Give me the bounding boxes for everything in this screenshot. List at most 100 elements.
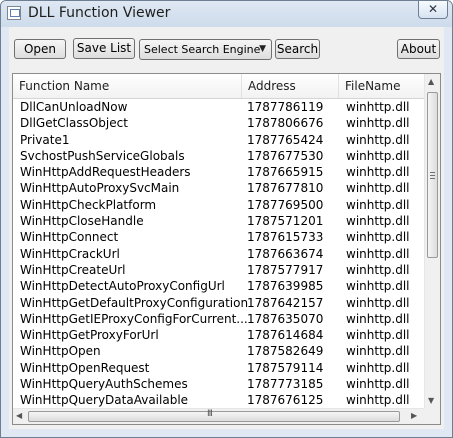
search-button[interactable]: Search	[275, 39, 320, 59]
filename-cell: winhttp.dll	[346, 393, 410, 408]
vertical-scrollbar[interactable]: ▲ ▼	[424, 74, 440, 408]
table-row[interactable]: WinHttpAutoProxySvcMain 1787677810 winhttp…	[13, 180, 424, 196]
scroll-right-icon[interactable]: ▶	[411, 411, 417, 420]
scroll-grip-icon: III	[207, 409, 213, 419]
column-header-filename[interactable]: FileName	[339, 74, 424, 98]
function-name-cell: WinHttpConnect	[20, 230, 119, 245]
function-name-cell: DllCanUnloadNow	[20, 100, 128, 114]
address-cell: 1787642157	[247, 295, 324, 310]
filename-cell: winhttp.dll	[346, 230, 410, 245]
address-cell: 1787769500	[247, 197, 324, 212]
table-row[interactable]: WinHttpCreateUrl 1787577917 winhttp.dll	[13, 262, 424, 278]
open-button[interactable]: Open	[14, 39, 66, 59]
function-name-cell: WinHttpGetProxyForUrl	[20, 328, 159, 343]
address-cell: 1787577917	[247, 262, 324, 277]
address-cell: 1787663674	[247, 246, 324, 261]
filename-cell: winhttp.dll	[346, 132, 410, 147]
list-header: Function Name Address FileName	[13, 74, 424, 99]
function-name-cell: WinHttpDetectAutoProxyConfigUrl	[20, 279, 225, 294]
function-name-cell: WinHttpCreateUrl	[20, 262, 126, 277]
address-cell: 1787582649	[247, 344, 324, 359]
filename-cell: winhttp.dll	[346, 360, 410, 375]
table-row[interactable]: SvchostPushServiceGlobals 1787677530 winht…	[13, 148, 424, 164]
save-list-button[interactable]: Save List	[73, 38, 135, 59]
column-header-address[interactable]: Address	[242, 74, 339, 98]
table-row[interactable]: DllGetClassObject 1787806676 winhttp.dll	[13, 115, 424, 131]
function-name-cell: WinHttpOpen	[20, 344, 101, 359]
function-name-cell: WinHttpAddRequestHeaders	[20, 165, 191, 180]
client-area: Open Save List Select Search Engine ▼ Se…	[9, 27, 444, 429]
table-row[interactable]: WinHttpCrackUrl 1787663674 winhttp.dll	[13, 246, 424, 262]
horizontal-scrollbar[interactable]: ◀ III ▶	[13, 408, 424, 424]
table-row[interactable]: WinHttpQueryAuthSchemes 1787773185 winhttp…	[13, 376, 424, 392]
function-list[interactable]: Function Name Address FileName DllCanUnl…	[12, 73, 441, 425]
function-name-cell: WinHttpQueryAuthSchemes	[20, 377, 188, 392]
filename-cell: winhttp.dll	[346, 197, 410, 212]
address-cell: 1787676125	[247, 393, 324, 408]
filename-cell: winhttp.dll	[346, 328, 410, 343]
app-window: DLL Function Viewer ✕ Open Save List Sel…	[0, 0, 453, 438]
address-cell: 1787786119	[247, 100, 324, 114]
function-name-cell: WinHttpOpenRequest	[20, 360, 150, 375]
scrollbar-corner	[424, 408, 440, 424]
filename-cell: winhttp.dll	[346, 116, 410, 131]
window-title: DLL Function Viewer	[28, 5, 171, 21]
filename-cell: winhttp.dll	[346, 246, 410, 261]
address-cell: 1787614684	[247, 328, 324, 343]
app-window-icon	[7, 6, 21, 20]
table-row[interactable]: WinHttpOpenRequest 1787579114 winhttp.dll	[13, 360, 424, 376]
filename-cell: winhttp.dll	[346, 148, 410, 163]
table-row[interactable]: WinHttpCheckPlatform 1787769500 winhttp.dl…	[13, 197, 424, 213]
filename-cell: winhttp.dll	[346, 165, 410, 180]
filename-cell: winhttp.dll	[346, 295, 410, 310]
scroll-up-icon[interactable]: ▲	[428, 77, 434, 86]
table-row[interactable]: WinHttpConnect 1787615733 winhttp.dll	[13, 229, 424, 245]
function-name-cell: SvchostPushServiceGlobals	[20, 148, 185, 163]
close-button[interactable]: ✕	[418, 1, 448, 19]
function-name-cell: WinHttpCrackUrl	[20, 246, 120, 261]
scroll-left-icon[interactable]: ◀	[16, 411, 22, 420]
search-engine-selected-value: Select Search Engine	[144, 43, 261, 56]
function-name-cell: DllGetClassObject	[20, 116, 128, 131]
filename-cell: winhttp.dll	[346, 100, 410, 114]
list-rows: DllCanUnloadNow 1787786119 winhttp.dll DllG…	[13, 99, 424, 409]
table-row[interactable]: WinHttpQueryDataAvailable 1787676125 winht…	[13, 392, 424, 408]
about-button[interactable]: About	[397, 39, 440, 59]
table-row[interactable]: WinHttpGetDefaultProxyConfiguration 17876…	[13, 295, 424, 311]
address-cell: 1787665915	[247, 165, 324, 180]
table-row[interactable]: Private1 1787765424 winhttp.dll	[13, 132, 424, 148]
table-row[interactable]: DllCanUnloadNow 1787786119 winhttp.dll	[13, 99, 424, 115]
address-cell: 1787579114	[247, 360, 324, 375]
address-cell: 1787773185	[247, 377, 324, 392]
function-name-cell: WinHttpAutoProxySvcMain	[20, 181, 180, 196]
address-cell: 1787635070	[247, 311, 324, 326]
address-cell: 1787615733	[247, 230, 324, 245]
table-row[interactable]: WinHttpGetIEProxyConfigForCurrent... 1787…	[13, 311, 424, 327]
filename-cell: winhttp.dll	[346, 214, 410, 229]
address-cell: 1787639985	[247, 279, 324, 294]
vertical-scroll-thumb[interactable]	[427, 92, 438, 258]
scroll-down-icon[interactable]: ▼	[428, 396, 434, 405]
column-header-function-name[interactable]: Function Name	[13, 74, 242, 98]
address-cell: 1787677530	[247, 148, 324, 163]
table-row[interactable]: WinHttpDetectAutoProxyConfigUrl 178763998…	[13, 278, 424, 294]
filename-cell: winhttp.dll	[346, 181, 410, 196]
title-bar: DLL Function Viewer ✕	[1, 1, 452, 27]
address-cell: 1787677810	[247, 181, 324, 196]
function-name-cell: WinHttpGetIEProxyConfigForCurrent...	[20, 311, 248, 326]
function-name-cell: WinHttpCheckPlatform	[20, 197, 157, 212]
filename-cell: winhttp.dll	[346, 377, 410, 392]
table-row[interactable]: WinHttpGetProxyForUrl 1787614684 winhttp.d…	[13, 327, 424, 343]
table-row[interactable]: WinHttpCloseHandle 1787571201 winhttp.dll	[13, 213, 424, 229]
chevron-down-icon: ▼	[259, 44, 266, 54]
table-row[interactable]: WinHttpAddRequestHeaders 1787665915 winhtt…	[13, 164, 424, 180]
address-cell: 1787571201	[247, 214, 324, 229]
search-engine-dropdown[interactable]: Select Search Engine ▼	[139, 39, 272, 60]
table-row[interactable]: WinHttpOpen 1787582649 winhttp.dll	[13, 343, 424, 359]
filename-cell: winhttp.dll	[346, 262, 410, 277]
function-name-cell: WinHttpQueryDataAvailable	[20, 393, 189, 408]
function-name-cell: Private1	[20, 132, 70, 147]
horizontal-scroll-thumb[interactable]: III	[28, 409, 400, 422]
address-cell: 1787806676	[247, 116, 324, 131]
function-name-cell: WinHttpCloseHandle	[20, 214, 144, 229]
